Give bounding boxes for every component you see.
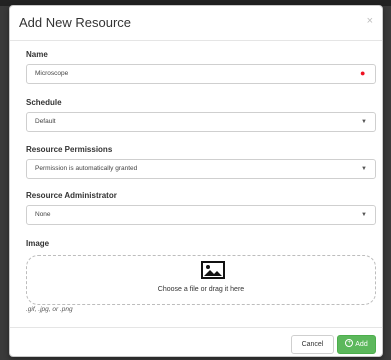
close-icon[interactable]: × (367, 15, 373, 27)
name-label: Name (26, 50, 48, 59)
name-input[interactable]: Microscope ● (26, 64, 376, 84)
permissions-select[interactable]: Permission is automatically granted ▼ (26, 159, 376, 179)
chevron-down-icon: ▼ (361, 119, 367, 125)
schedule-value: Default (35, 118, 56, 125)
required-marker-icon: ● (360, 68, 366, 78)
permissions-value: Permission is automatically granted (35, 165, 138, 172)
add-resource-modal: Add New Resource × Name Microscope ● Sch… (9, 5, 383, 357)
add-button[interactable]: + Add (337, 335, 376, 354)
chevron-down-icon: ▼ (361, 166, 367, 172)
modal-title: Add New Resource (19, 15, 131, 30)
schedule-label: Schedule (26, 98, 62, 107)
file-type-hint: .gif, .jpg, or .png (26, 306, 73, 313)
cancel-button[interactable]: Cancel (291, 335, 334, 354)
name-value: Microscope (35, 70, 69, 77)
permissions-label: Resource Permissions (26, 145, 113, 154)
schedule-select[interactable]: Default ▼ (26, 112, 376, 132)
image-label: Image (26, 239, 50, 248)
dropzone-text: Choose a file or drag it here (157, 286, 245, 293)
administrator-label: Resource Administrator (26, 191, 117, 200)
administrator-value: None (35, 211, 51, 218)
plus-circle-icon: + (345, 339, 354, 348)
chevron-down-icon: ▼ (361, 212, 367, 218)
modal-header: Add New Resource × (10, 6, 382, 41)
administrator-select[interactable]: None ▼ (26, 205, 376, 225)
image-dropzone[interactable]: Choose a file or drag it here (26, 255, 376, 305)
image-icon (201, 261, 225, 279)
footer-divider (10, 327, 382, 328)
add-button-label: Add (355, 341, 368, 348)
